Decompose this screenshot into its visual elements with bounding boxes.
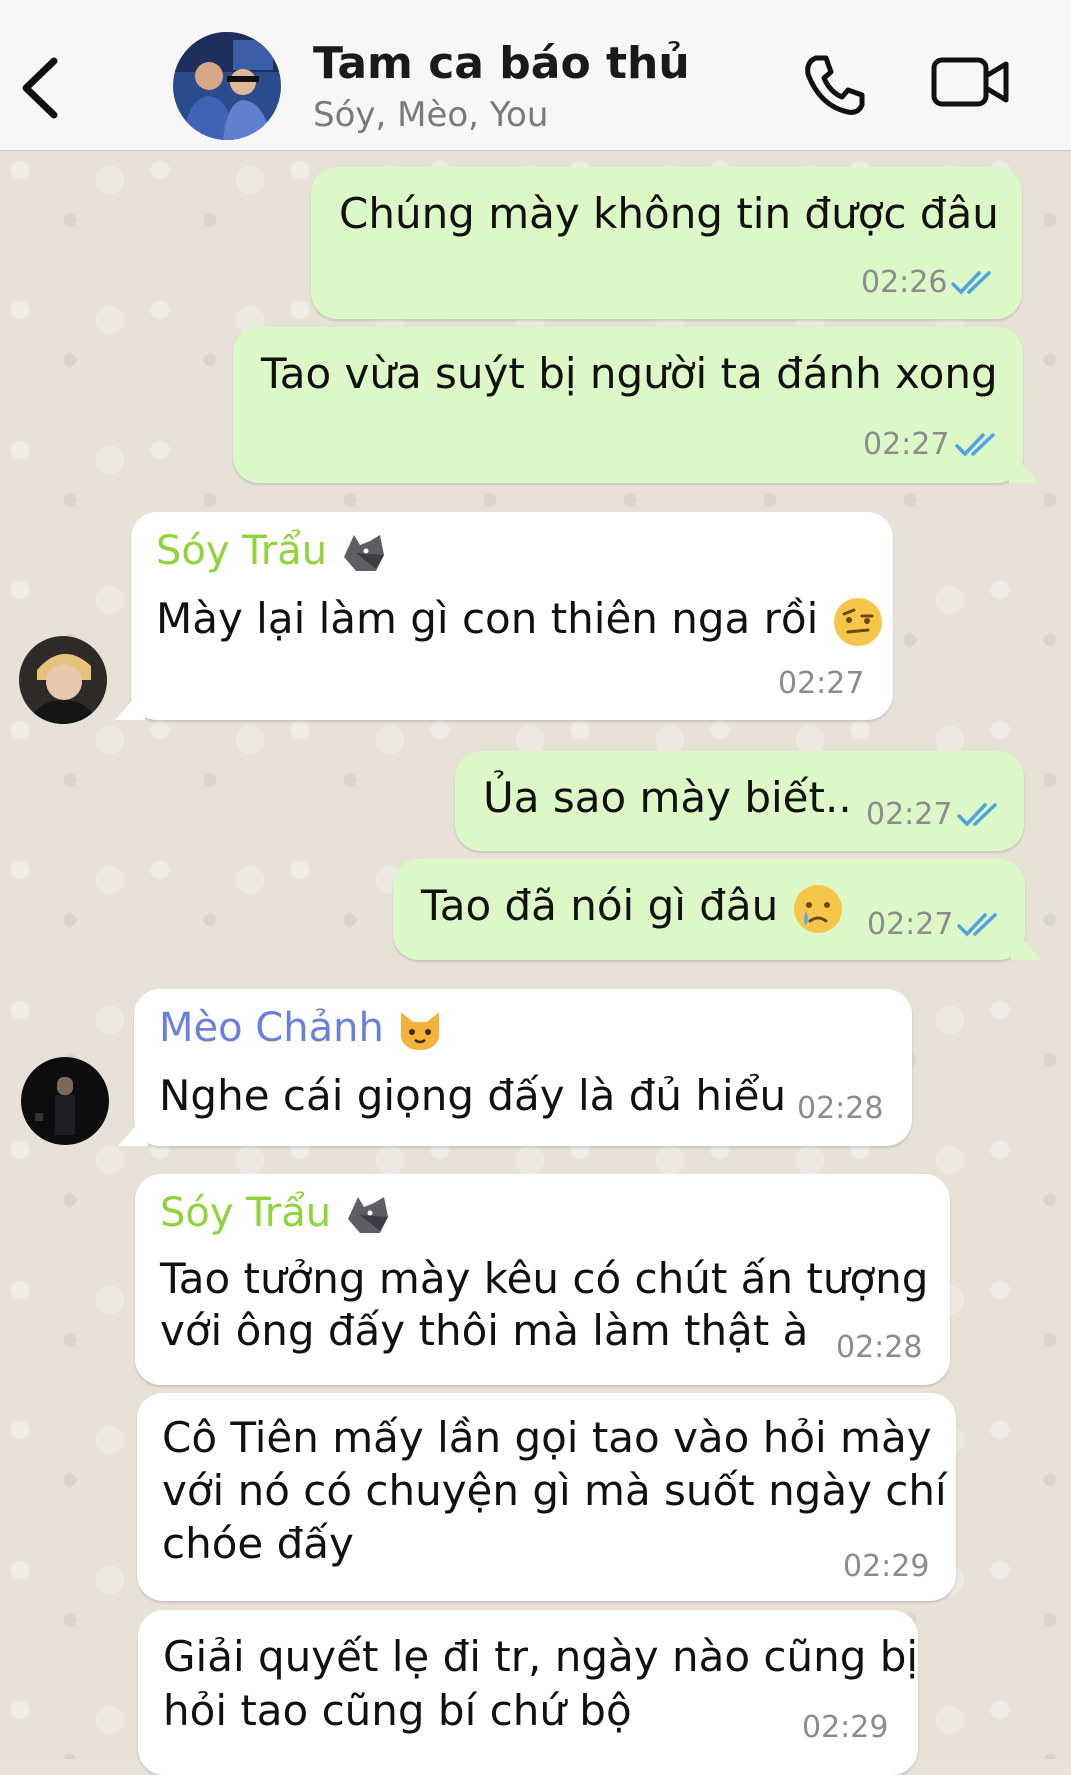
double-check-icon [957, 913, 997, 937]
message-text: với ông đấy thôi mà làm thật à [160, 1306, 809, 1355]
wolf-emoji [347, 1197, 388, 1233]
message-text: Ủa sao mày biết.. [483, 773, 852, 822]
double-check-icon [955, 433, 995, 457]
video-call-button[interactable] [930, 52, 1012, 112]
message-text: chóe đấy [162, 1519, 354, 1568]
message-time: 02:28 [836, 1330, 923, 1365]
wolf-emoji [343, 535, 384, 571]
sender-avatar[interactable] [21, 1057, 109, 1145]
sender-avatar[interactable] [19, 636, 107, 724]
message-text: Chúng mày không tin được đâu [339, 189, 999, 238]
outgoing-message[interactable]: Tao đã nói gì đâu 02:27 [393, 859, 1041, 960]
phone-icon [805, 55, 865, 115]
message-time: 02:26 [861, 265, 948, 300]
incoming-message[interactable]: Sóy Trẩu Tao tưởng mày kêu có chút ấn tư… [135, 1174, 950, 1385]
incoming-message[interactable]: Mèo Chảnh Nghe cái giọng đấy là đủ hiểu … [118, 989, 912, 1146]
incoming-message[interactable]: Giải quyết lẹ đi tr, ngày nào cũng bị hỏ… [138, 1610, 918, 1775]
message-time: 02:27 [863, 427, 950, 462]
message-text: Cô Tiên mấy lần gọi tao vào hỏi mày [162, 1413, 932, 1462]
double-check-icon [957, 803, 997, 827]
soy-avatar-photo [19, 636, 107, 724]
message-time: 02:28 [797, 1091, 884, 1126]
group-title[interactable]: Tam ca báo thủ [313, 38, 690, 89]
incoming-message[interactable]: Cô Tiên mấy lần gọi tao vào hỏi mày với … [137, 1393, 956, 1601]
incoming-message[interactable]: Sóy Trẩu Mày lại làm gì con thiên nga rồ… [115, 512, 893, 720]
crying-face-emoji [793, 884, 842, 933]
message-time: 02:27 [867, 907, 954, 942]
sender-name: Sóy Trẩu [156, 528, 388, 575]
cat-face-emoji [400, 1012, 439, 1050]
message-text: Tao đã nói gì đâu [421, 879, 844, 935]
meo-avatar-photo [21, 1057, 109, 1145]
group-avatar[interactable] [173, 32, 281, 140]
double-check-icon [951, 271, 991, 295]
message-text: hỏi tao cũng bí chứ bộ [163, 1686, 632, 1735]
sender-name: Mèo Chảnh [159, 1005, 443, 1052]
message-text: Nghe cái giọng đấy là đủ hiểu [159, 1071, 787, 1120]
voice-call-button[interactable] [802, 52, 868, 118]
video-camera-icon [931, 57, 1009, 107]
sender-name: Sóy Trẩu [160, 1190, 392, 1237]
group-photo [173, 32, 281, 140]
message-text: Tao vừa suýt bị người ta đánh xong [261, 349, 998, 398]
message-text: Giải quyết lẹ đi tr, ngày nào cũng bị [163, 1632, 919, 1681]
chat-header: Tam ca báo thủ Sóy, Mèo, You [0, 0, 1071, 151]
message-time: 02:29 [843, 1549, 930, 1584]
message-time: 02:27 [866, 797, 953, 832]
outgoing-message[interactable]: Tao vừa suýt bị người ta đánh xong 02:27 [233, 327, 1039, 483]
outgoing-message[interactable]: Ủa sao mày biết.. 02:27 [455, 751, 1024, 851]
chevron-left-icon [22, 57, 58, 119]
raised-eyebrow-face-emoji [833, 597, 882, 646]
group-members[interactable]: Sóy, Mèo, You [313, 95, 548, 135]
outgoing-message[interactable]: Chúng mày không tin được đâu 02:26 [311, 167, 1022, 319]
message-time: 02:29 [802, 1710, 889, 1745]
back-button[interactable] [18, 55, 62, 121]
message-text: Mày lại làm gì con thiên nga rồi [156, 592, 884, 648]
message-text: với nó có chuyện gì mà suốt ngày chí [162, 1466, 947, 1515]
message-time: 02:27 [778, 666, 865, 701]
message-text: Tao tưởng mày kêu có chút ấn tượng [160, 1254, 929, 1303]
